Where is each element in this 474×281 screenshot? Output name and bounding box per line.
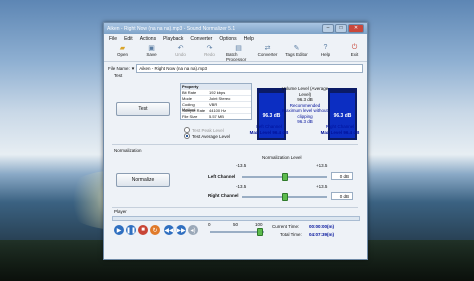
menu-edit[interactable]: Edit <box>124 36 133 42</box>
current-time-value: 00:00:00(m) <box>309 224 335 229</box>
file-name-bar: File Name: ▾ Aiken - Right Now (na na na… <box>108 64 363 73</box>
rewind-icon: ◀◀ <box>164 227 174 234</box>
minimize-button[interactable]: – <box>322 24 334 33</box>
volume-mid-label: 50 <box>233 222 239 227</box>
title-bar[interactable]: Aiken - Right Now (na na na).mp3 - Sound… <box>104 23 367 34</box>
left-channel-norm-label: Left Channel <box>208 174 236 179</box>
sound-normalizer-window: Aiken - Right Now (na na na).mp3 - Sound… <box>103 22 368 260</box>
redo-icon: ↷ <box>206 44 213 52</box>
divider <box>112 207 358 208</box>
playback-progress-bar[interactable] <box>112 216 360 221</box>
left-min-label: -13.5 <box>236 163 247 168</box>
file-name-label: File Name: <box>108 66 130 71</box>
file-name-field[interactable]: Aiken - Right Now (na na na).mp3 <box>136 64 363 73</box>
undo-icon: ↶ <box>177 44 184 52</box>
menu-actions[interactable]: Actions <box>140 36 156 42</box>
folder-open-icon: ▰ <box>119 44 126 52</box>
loop-icon: ↻ <box>152 227 158 234</box>
stop-icon: ■ <box>141 227 145 233</box>
forward-button[interactable]: ▶▶ <box>176 225 186 235</box>
save-icon: ▣ <box>148 44 155 52</box>
open-button[interactable]: ▰ Open <box>110 43 135 58</box>
play-icon: ▶ <box>116 227 122 234</box>
help-button[interactable]: ? Help <box>313 43 338 57</box>
pause-button[interactable]: ❚❚ <box>126 225 136 235</box>
file-properties-table: Property Bit Rate 192 kbps Mode Joint Ster… <box>180 83 252 120</box>
test-section-label: Test <box>114 73 123 78</box>
stop-button[interactable]: ■ <box>138 225 148 235</box>
left-channel-label: Left Channel <box>256 124 282 129</box>
test-button[interactable]: Test <box>116 102 170 116</box>
volume-level-title: Volume Level (Average Level) <box>281 86 329 97</box>
window-title: Aiken - Right Now (na na na).mp3 - Sound… <box>107 25 236 32</box>
converter-icon: ⇄ <box>264 44 271 52</box>
exit-icon: ⏻ <box>351 43 358 51</box>
toolbar: ▰ Open ▣ Save ↶ Undo ↷ Redo ▤ Batch Processor… <box>104 43 367 62</box>
volume-slider[interactable] <box>210 231 264 233</box>
speaker-icon: ◂) <box>190 227 196 234</box>
left-channel-max: Max Level 96.4 dB <box>249 130 289 135</box>
volume-button[interactable]: ◂) <box>188 225 198 235</box>
left-max-label: +13.5 <box>316 163 328 168</box>
recommended-level-text: Recommended Maximum level without clippi… <box>282 102 328 119</box>
volume-level-info: Volume Level (Average Level) 96.3 dB Rec… <box>280 86 330 125</box>
left-slider-thumb[interactable] <box>281 173 288 181</box>
play-button[interactable]: ▶ <box>114 225 124 235</box>
right-level-spinner[interactable]: 0 dB <box>331 192 353 200</box>
right-channel-label: Right Channel <box>325 124 355 129</box>
menu-playback[interactable]: Playback <box>163 36 183 42</box>
batch-processor-button[interactable]: ▤ Batch Processor <box>226 43 251 63</box>
volume-min-label: 0 <box>208 222 211 227</box>
total-time-label: Total Time: <box>280 232 302 237</box>
redo-button[interactable]: ↷ Redo <box>197 43 222 58</box>
right-min-label: -13.5 <box>236 184 247 189</box>
normalize-button[interactable]: Normalize <box>116 173 170 187</box>
test-average-level-radio[interactable]: Test Average Level <box>184 133 230 139</box>
player-section-label: Player <box>114 209 127 214</box>
forward-icon: ▶▶ <box>176 227 186 234</box>
right-max-label: +13.5 <box>316 184 328 189</box>
converter-button[interactable]: ⇄ Converter <box>255 43 280 58</box>
divider <box>112 144 358 145</box>
pause-icon: ❚❚ <box>125 227 137 234</box>
loop-button[interactable]: ↻ <box>150 225 160 235</box>
batch-processor-icon: ▤ <box>235 44 242 52</box>
exit-button[interactable]: ⏻ Exit <box>342 43 367 58</box>
tags-editor-icon: ✎ <box>293 44 300 52</box>
help-icon: ? <box>323 44 328 51</box>
rewind-button[interactable]: ◀◀ <box>164 225 174 235</box>
menu-help[interactable]: Help <box>244 36 254 42</box>
table-row: File Size 5.57 MB <box>181 113 251 119</box>
menu-options[interactable]: Options <box>219 36 236 42</box>
right-channel-norm-label: Right Channel <box>208 193 239 198</box>
volume-slider-thumb[interactable] <box>257 228 263 236</box>
undo-button[interactable]: ↶ Undo <box>168 43 193 58</box>
left-level-spinner[interactable]: 0 dB <box>331 172 353 180</box>
menu-file[interactable]: File <box>109 36 117 42</box>
save-button[interactable]: ▣ Save <box>139 43 164 58</box>
normalization-section-label: Normalization <box>114 148 142 153</box>
volume-max-label: 100 <box>255 222 263 227</box>
tags-editor-button[interactable]: ✎ Tags Editor <box>284 43 309 58</box>
current-time-label: Current Time: <box>272 224 300 229</box>
menu-bar: File Edit Actions Playback Converter Opt… <box>104 34 367 43</box>
menu-converter[interactable]: Converter <box>190 36 212 42</box>
normalization-level-title: Normalization Level <box>262 155 302 160</box>
maximize-button[interactable]: □ <box>335 24 347 33</box>
close-button[interactable]: ✕ <box>348 24 364 33</box>
chevron-down-icon[interactable]: ▾ <box>132 66 135 72</box>
total-time-value: 04:07:39(m) <box>309 232 335 237</box>
right-slider-thumb[interactable] <box>281 193 288 201</box>
right-channel-max: Max Level 96.4 dB <box>320 130 360 135</box>
